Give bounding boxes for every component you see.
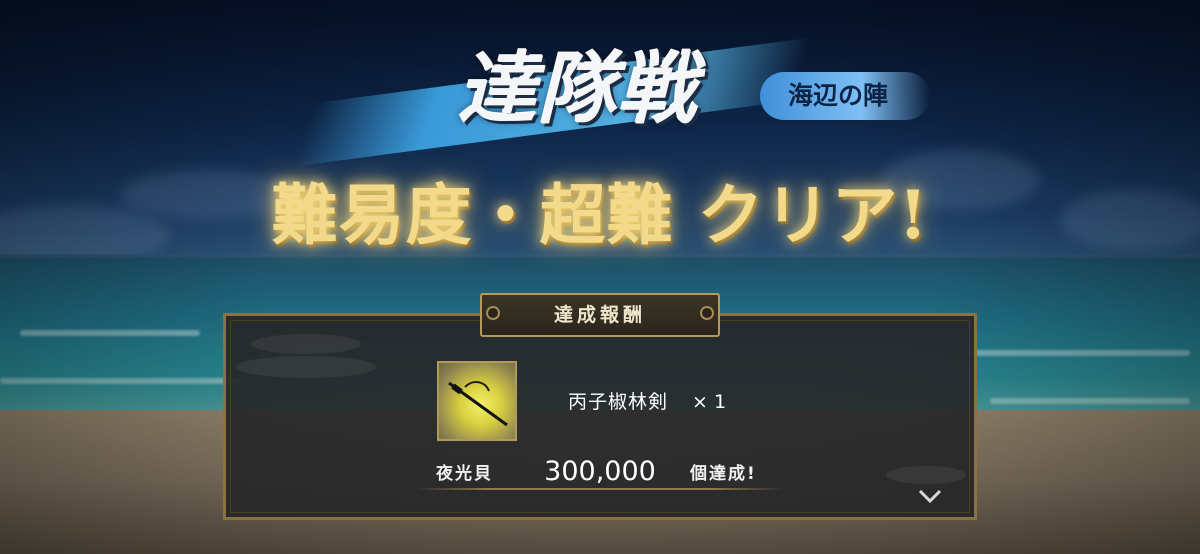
stage-name: 海辺の陣 [787, 81, 888, 110]
condition-item-label: 夜光貝 [436, 464, 493, 484]
clear-message: 難易度・超難 クリア! [271, 176, 929, 254]
reward-item-quantity: × 1 [692, 391, 727, 413]
panel-cloud-pattern [251, 334, 361, 354]
reward-item-name: 丙子椒林剣 [568, 391, 669, 413]
panel-cloud-pattern [236, 356, 376, 378]
condition-suffix: 個達成! [690, 464, 757, 484]
divider [415, 488, 785, 490]
panel-cloud-pattern [886, 466, 966, 484]
condition-value: 300,000 [544, 456, 656, 487]
reward-panel-title: 達成報酬 [553, 304, 646, 326]
sword-icon[interactable] [437, 361, 517, 441]
sword-icon-graphic [448, 381, 508, 427]
event-title: 達隊戦 [457, 44, 698, 135]
chevron-down-icon[interactable] [916, 486, 944, 506]
